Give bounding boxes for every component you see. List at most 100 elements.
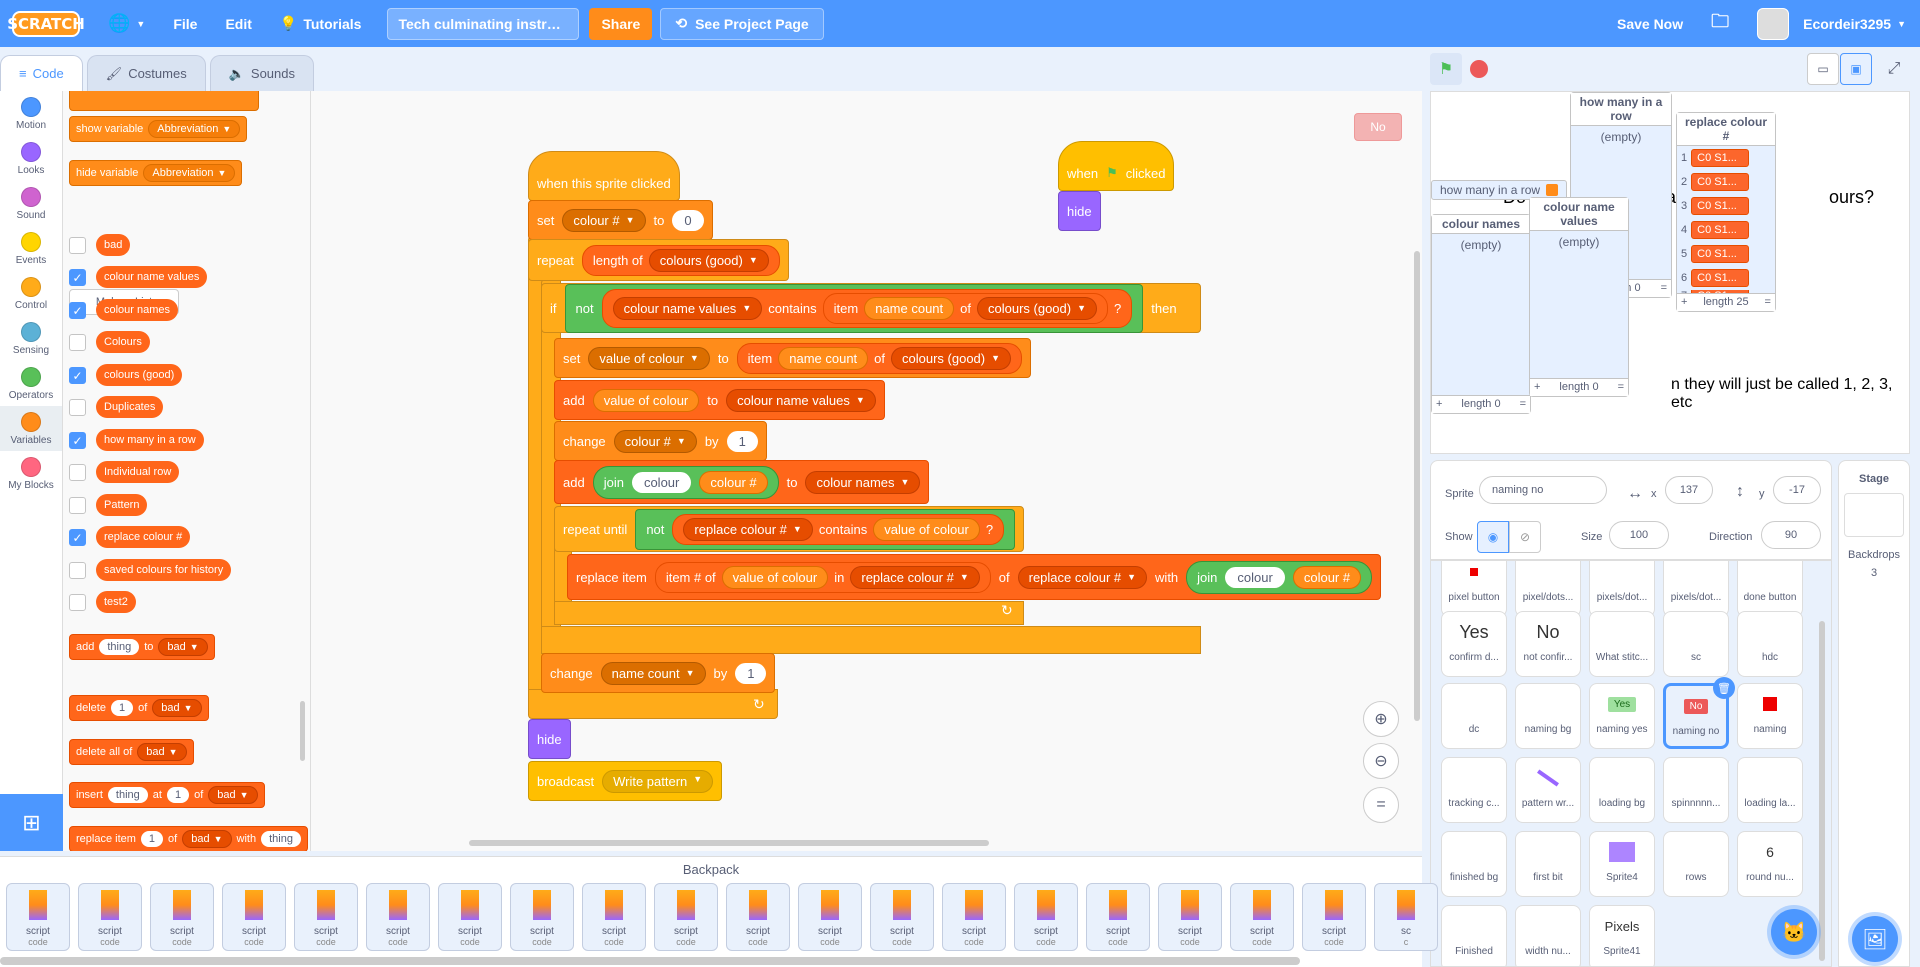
file-menu[interactable]: File	[159, 0, 211, 47]
large-stage-button[interactable]: ▣	[1840, 53, 1872, 85]
value-input[interactable]: 1	[140, 831, 164, 847]
variable-reporter[interactable]: name count	[778, 346, 869, 370]
resize-icon[interactable]: =	[1661, 280, 1667, 297]
list-dropdown[interactable]: bad ▼	[152, 699, 202, 717]
sprite-tile[interactable]: finished bg	[1441, 831, 1507, 897]
list-cell[interactable]: C0 S1...	[1691, 197, 1750, 215]
list-monitor-colour-names[interactable]: colour names (empty) + length 0 =	[1431, 214, 1531, 414]
sprite-tile[interactable]: width nu...	[1515, 905, 1581, 966]
category-control[interactable]: Control	[0, 271, 62, 316]
stop-button[interactable]	[1463, 53, 1495, 85]
choose-sprite-button[interactable]: 🐱	[1771, 909, 1817, 955]
category-motion[interactable]: Motion	[0, 91, 62, 136]
sprite-tile[interactable]: pixels/dot...	[1663, 561, 1729, 617]
backpack-item[interactable]: script code	[294, 883, 358, 951]
sprite-tile[interactable]: tracking c...	[1441, 757, 1507, 823]
delete-sprite-button[interactable]: 🗑	[1713, 677, 1735, 699]
sprite-tile[interactable]: pattern wr...	[1515, 757, 1581, 823]
replace-item-block[interactable]: replace item item # of value of colour in re…	[567, 554, 1382, 600]
hide-block[interactable]: hide	[1058, 191, 1101, 231]
variable-dropdown[interactable]: Abbreviation ▼	[143, 164, 236, 182]
sprite-tile[interactable]: spinnnnn...	[1663, 757, 1729, 823]
variable-dropdown[interactable]: name count ▼	[600, 661, 706, 685]
list-checkbox[interactable]	[69, 334, 86, 351]
edit-menu[interactable]: Edit	[211, 0, 265, 47]
variable-reporter[interactable]: value of colour	[721, 565, 829, 589]
see-project-page-button[interactable]: ⟲ See Project Page	[660, 7, 824, 40]
list-dropdown[interactable]: replace colour # ▼	[683, 517, 813, 541]
list-reporter[interactable]: colours (good)	[96, 364, 183, 386]
list-reporter[interactable]: saved colours for history	[96, 559, 232, 581]
list-dropdown[interactable]: colour name values ▼	[612, 296, 763, 320]
backpack-item[interactable]: script code	[726, 883, 790, 951]
value-input[interactable]: thing	[107, 787, 148, 803]
sprite-tile[interactable]: hdc	[1737, 611, 1803, 677]
plus-icon[interactable]: +	[1436, 396, 1442, 413]
list-dropdown[interactable]: colour name values ▼	[726, 388, 876, 412]
join-operator[interactable]: join colour colour #	[1186, 560, 1373, 594]
item-of-reporter[interactable]: item name count of colours (good) ▼	[822, 292, 1109, 324]
y-input[interactable]: -17	[1773, 476, 1821, 504]
when-flag-clicked-hat[interactable]: when ⚑ clicked	[1058, 141, 1175, 191]
sprite-tile[interactable]: Finished	[1441, 905, 1507, 966]
list-checkbox[interactable]	[69, 594, 86, 611]
backpack-item[interactable]: script code	[1014, 883, 1078, 951]
backpack-item[interactable]: script code	[798, 883, 862, 951]
resize-icon[interactable]: =	[1618, 379, 1624, 396]
not-operator[interactable]: not colour name values ▼ contains item name …	[564, 283, 1144, 333]
backpack-item[interactable]: script code	[366, 883, 430, 951]
category-sound[interactable]: Sound	[0, 181, 62, 226]
palette-block-partial[interactable]	[69, 91, 259, 111]
sprite-tile[interactable]: No not confir...	[1515, 611, 1581, 677]
backpack-item[interactable]: script code	[870, 883, 934, 951]
sprite-tile[interactable]: loading bg	[1589, 757, 1655, 823]
variable-reporter[interactable]: value of colour	[592, 388, 700, 412]
category-operators[interactable]: Operators	[0, 361, 62, 406]
backpack-item[interactable]: script code	[654, 883, 718, 951]
length-of-reporter[interactable]: length of colours (good) ▼	[581, 244, 780, 276]
value-input[interactable]: 1	[166, 787, 190, 803]
resize-icon[interactable]: =	[1765, 294, 1771, 311]
backpack-item[interactable]: sc c	[1374, 883, 1438, 951]
backpack-item[interactable]: script code	[6, 883, 70, 951]
change-variable-block[interactable]: change colour # ▼ by 1	[554, 421, 767, 461]
tab-sounds[interactable]: 🔈 Sounds	[209, 55, 314, 91]
list-cell[interactable]: C0 S1...	[1691, 149, 1750, 167]
sprite-tile[interactable]: loading la...	[1737, 757, 1803, 823]
show-sprite-button[interactable]: ◉	[1477, 521, 1509, 553]
save-now-button[interactable]: Save Now	[1603, 0, 1697, 47]
variable-reporter[interactable]: name count	[864, 296, 955, 320]
horizontal-scrollbar[interactable]	[469, 840, 989, 846]
variable-dropdown[interactable]: Abbreviation ▼	[148, 120, 241, 138]
code-workspace[interactable]: ↻ ↻ when this sprite clicked set colour #…	[311, 91, 1422, 851]
item-num-of-reporter[interactable]: item # of value of colour in replace colour…	[654, 561, 991, 593]
size-input[interactable]: 100	[1609, 521, 1669, 549]
delete-all-of-list-block[interactable]: delete all of bad ▼	[69, 739, 194, 765]
small-stage-button[interactable]: ▭	[1807, 53, 1839, 85]
add-to-list-block[interactable]: add thing to bad ▼	[69, 634, 215, 660]
list-checkbox[interactable]: ✓	[69, 529, 86, 546]
value-input[interactable]: 1	[735, 662, 767, 684]
list-reporter[interactable]: colour name values	[96, 266, 208, 288]
contains-reporter[interactable]: colour name values ▼ contains item name coun…	[601, 288, 1133, 328]
join-operator[interactable]: join colour colour #	[592, 465, 779, 499]
show-variable-block[interactable]: show variable Abbreviation ▼	[69, 116, 248, 142]
contains-reporter[interactable]: replace colour # ▼ contains value of colour…	[672, 513, 1005, 545]
zoom-in-button[interactable]: ⊕	[1363, 701, 1399, 737]
backpack-item[interactable]: script code	[582, 883, 646, 951]
list-monitor-replace-colour[interactable]: replace colour # 1 C0 S1... 2 C0 S1... 3 C0…	[1676, 112, 1776, 312]
hide-variable-block[interactable]: hide variable Abbreviation ▼	[69, 160, 243, 186]
list-checkbox[interactable]: ✓	[69, 269, 86, 286]
sprite-list-scrollbar[interactable]	[1819, 621, 1825, 961]
backpack-item[interactable]: script code	[510, 883, 574, 951]
replace-item-list-block[interactable]: replace item 1 of bad ▼ with thing	[69, 826, 308, 851]
sprite-tile[interactable]: Yes naming yes	[1589, 683, 1655, 749]
list-reporter[interactable]: Duplicates	[96, 396, 164, 418]
list-reporter[interactable]: Individual row	[96, 461, 180, 483]
list-checkbox[interactable]	[69, 497, 86, 514]
list-checkbox[interactable]: ✓	[69, 302, 86, 319]
sprite-tile[interactable]: rows	[1663, 831, 1729, 897]
hide-block[interactable]: hide	[528, 719, 571, 759]
variable-dropdown[interactable]: colour # ▼	[613, 429, 697, 453]
backpack-item[interactable]: script code	[438, 883, 502, 951]
